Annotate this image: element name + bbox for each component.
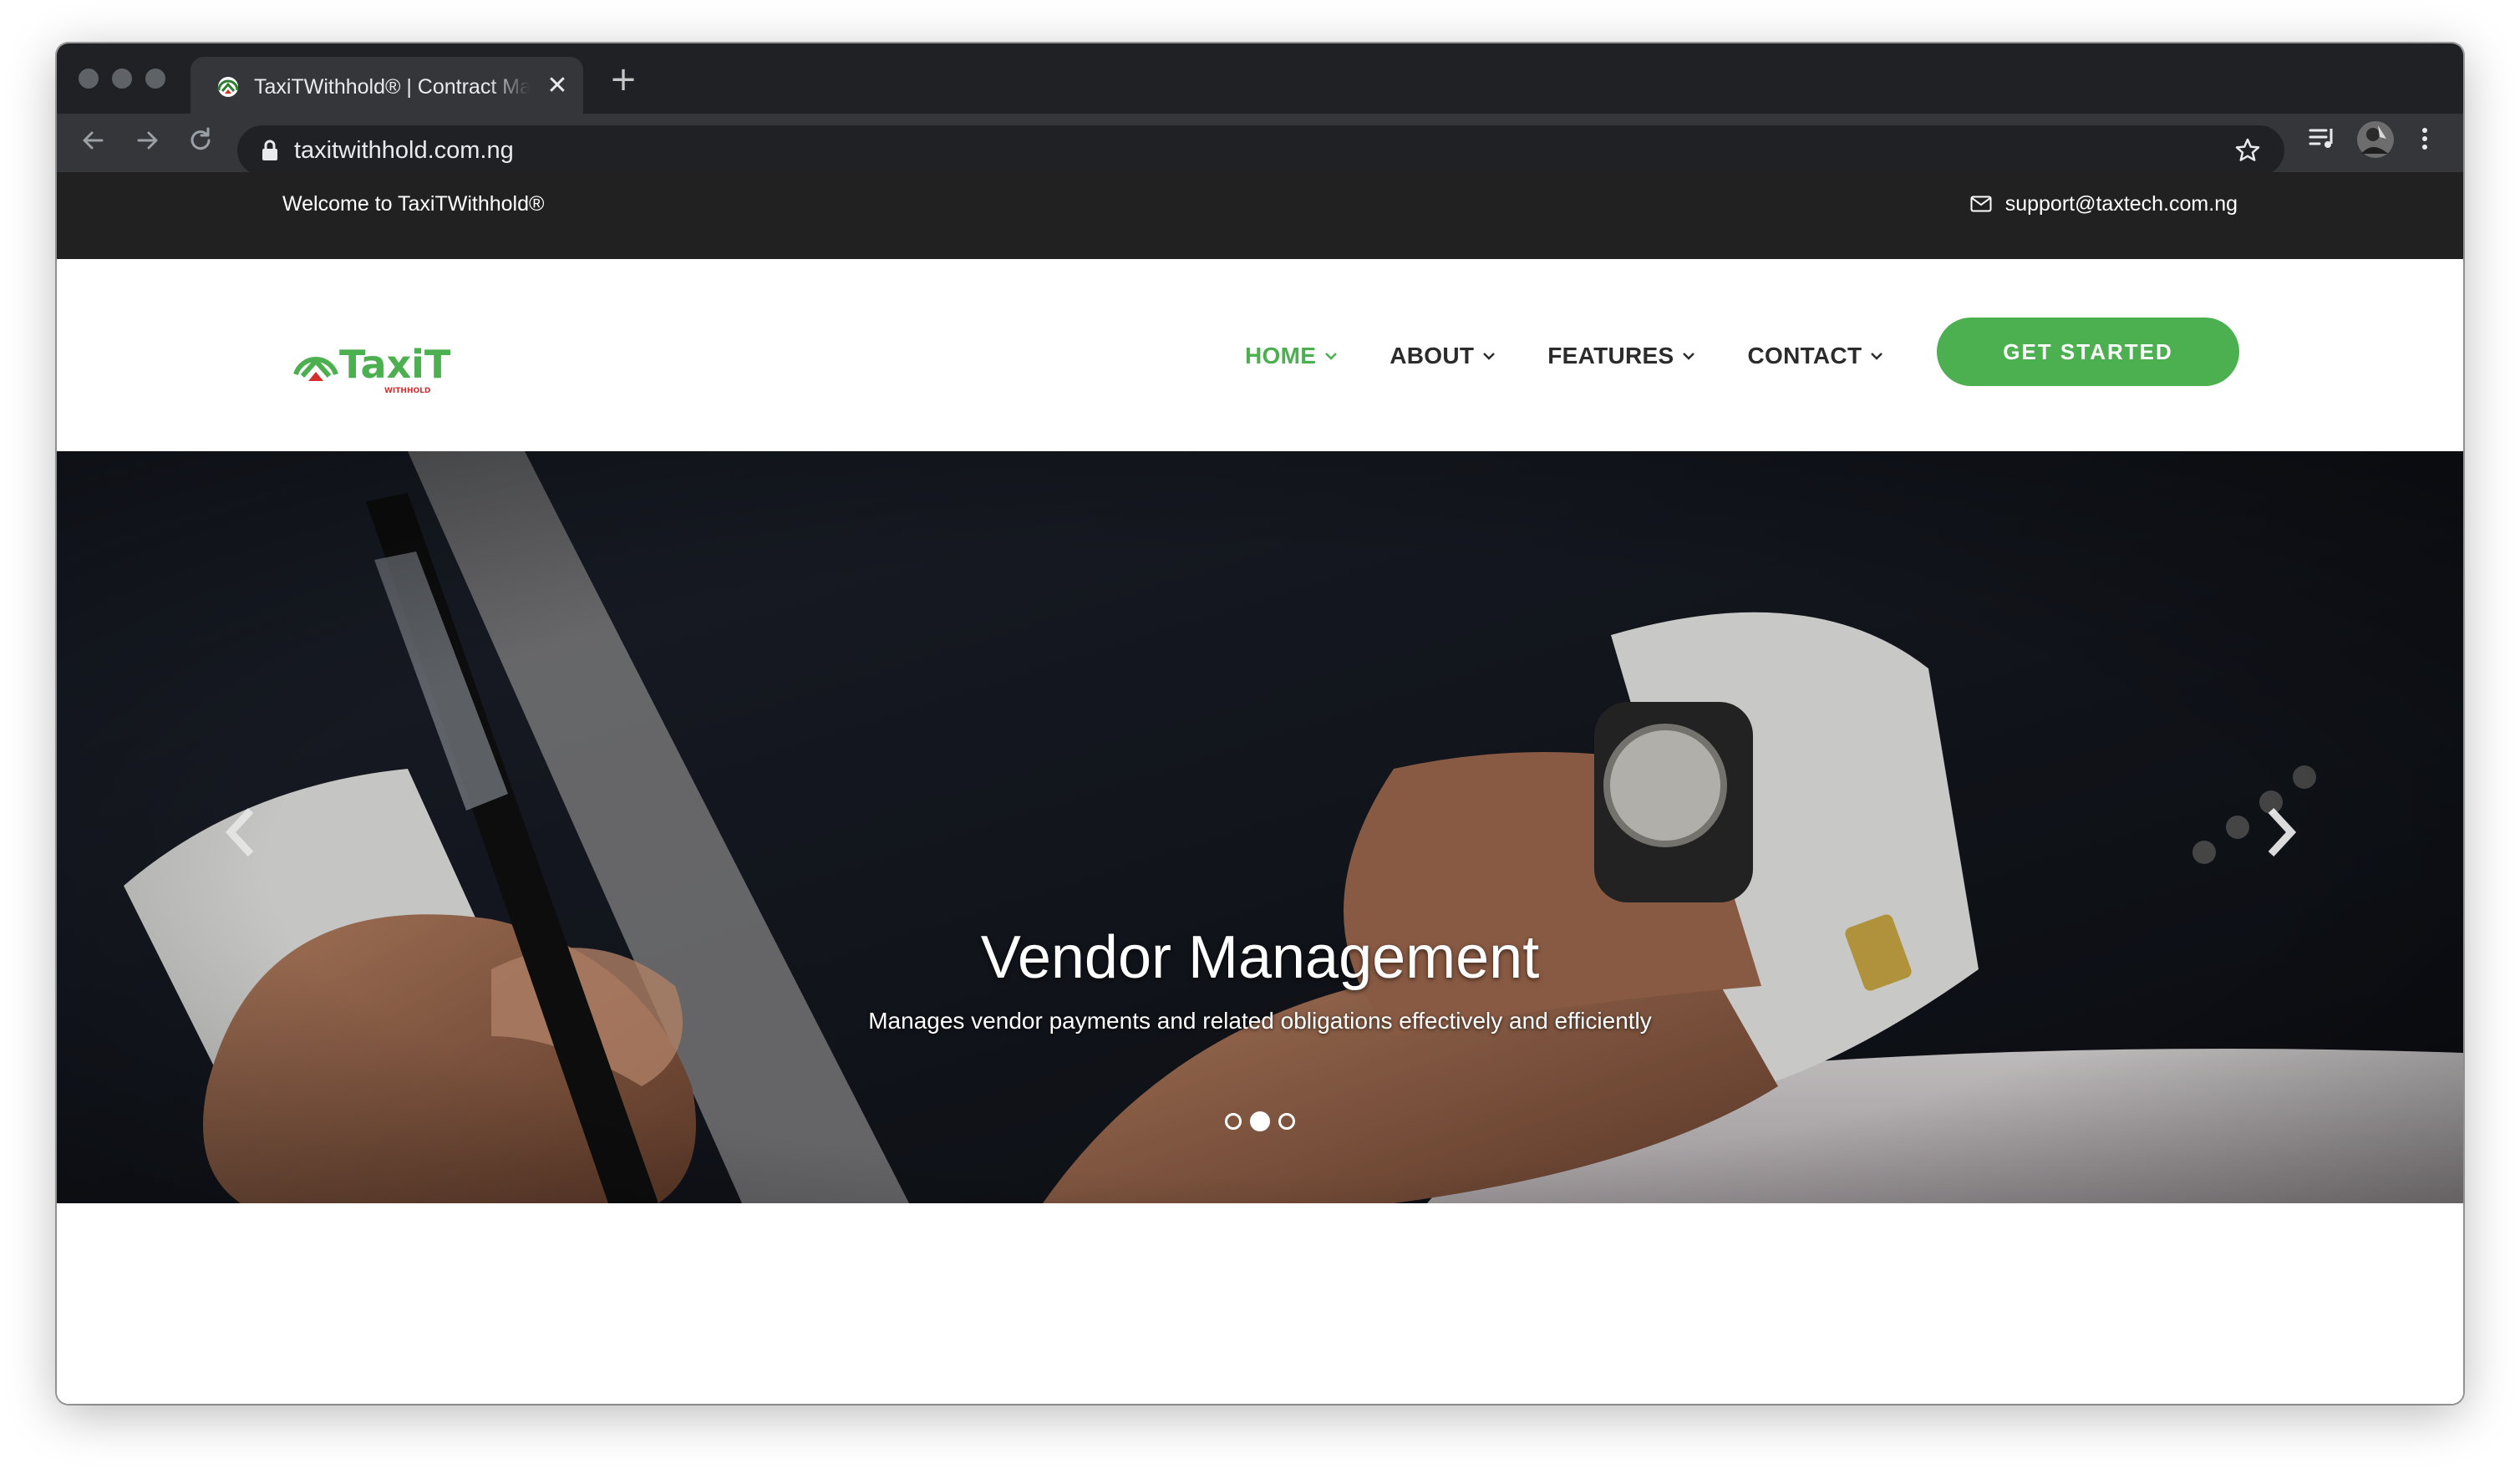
minimize-window-button[interactable] <box>112 69 132 89</box>
hero-title: Vendor Management <box>980 924 1540 991</box>
nav-features-label: FEATURES <box>1547 343 1674 368</box>
hero-subtitle: Manages vendor payments and related obli… <box>868 1008 1652 1034</box>
forward-arrow-icon[interactable] <box>130 124 164 157</box>
back-arrow-icon[interactable] <box>77 124 110 157</box>
get-started-button[interactable]: GET STARTED <box>1937 318 2239 386</box>
slider-next-arrow-icon[interactable] <box>2259 806 2301 859</box>
tab-close-icon[interactable]: ✕ <box>545 74 570 99</box>
profile-avatar[interactable] <box>2356 120 2395 159</box>
main-nav: HOME ABOUT FEATURES CONTACT <box>1245 339 1883 373</box>
url-text: taxitwithhold.com.ng <box>294 137 514 164</box>
about-section: ABOUT <box>57 1203 2463 1404</box>
hero-background-image <box>57 451 2463 1203</box>
maximize-window-button[interactable] <box>145 69 165 89</box>
welcome-text: Welcome to TaxiTWithhold® <box>282 192 545 216</box>
about-watermark-heading: ABOUT <box>276 1389 754 1404</box>
support-email-link[interactable]: support@taxtech.com.ng <box>1970 191 2238 217</box>
browser-tab-active[interactable]: TaxiTWithhold® | Contract Management ✕ <box>191 57 583 114</box>
tab-title: TaxiTWithhold® | Contract Management <box>254 75 530 99</box>
favicon-icon <box>217 77 239 97</box>
chevron-down-icon <box>1325 353 1338 360</box>
site-header: TaxiT WITHHOLD HOME ABOUT FEATURES CONTA… <box>57 259 2463 451</box>
address-bar[interactable]: taxitwithhold.com.ng <box>237 125 2284 175</box>
nav-about[interactable]: ABOUT <box>1390 343 1496 369</box>
logo-brand-text: TaxiT <box>339 342 451 387</box>
logo-sub-text: WITHHOLD <box>384 387 430 395</box>
bookmark-star-icon[interactable] <box>2234 137 2261 164</box>
chevron-down-icon <box>1683 353 1695 360</box>
chevron-down-icon <box>1871 353 1883 360</box>
reload-icon[interactable] <box>184 124 217 157</box>
nav-home-label: HOME <box>1245 343 1317 368</box>
media-queue-icon[interactable] <box>2306 122 2340 155</box>
slider-prev-arrow-icon[interactable] <box>221 806 262 859</box>
nav-features[interactable]: FEATURES <box>1547 343 1695 369</box>
new-tab-button[interactable]: + <box>608 63 638 96</box>
slider-dot-1[interactable] <box>1225 1113 1242 1130</box>
nav-contact[interactable]: CONTACT <box>1747 343 1883 369</box>
slider-dot-3[interactable] <box>1278 1113 1295 1130</box>
taxit-logo[interactable]: TaxiT WITHHOLD <box>291 338 483 398</box>
nav-contact-label: CONTACT <box>1747 343 1862 368</box>
support-email-text: support@taxtech.com.ng <box>2004 192 2238 216</box>
kebab-menu-icon[interactable] <box>2408 122 2441 155</box>
tab-strip: TaxiTWithhold® | Contract Management ✕ + <box>57 43 2463 114</box>
slider-dot-2[interactable] <box>1250 1111 1270 1131</box>
nav-about-label: ABOUT <box>1390 343 1475 368</box>
envelope-icon <box>1970 196 1992 212</box>
lock-icon <box>262 140 277 160</box>
nav-home[interactable]: HOME <box>1245 343 1338 369</box>
chevron-down-icon <box>1483 353 1496 360</box>
slider-pagination <box>57 1111 2463 1131</box>
browser-window: TaxiTWithhold® | Contract Management ✕ +… <box>57 43 2463 1404</box>
close-window-button[interactable] <box>79 69 99 89</box>
hero-slider: Vendor Management Manages vendor payment… <box>57 451 2463 1203</box>
